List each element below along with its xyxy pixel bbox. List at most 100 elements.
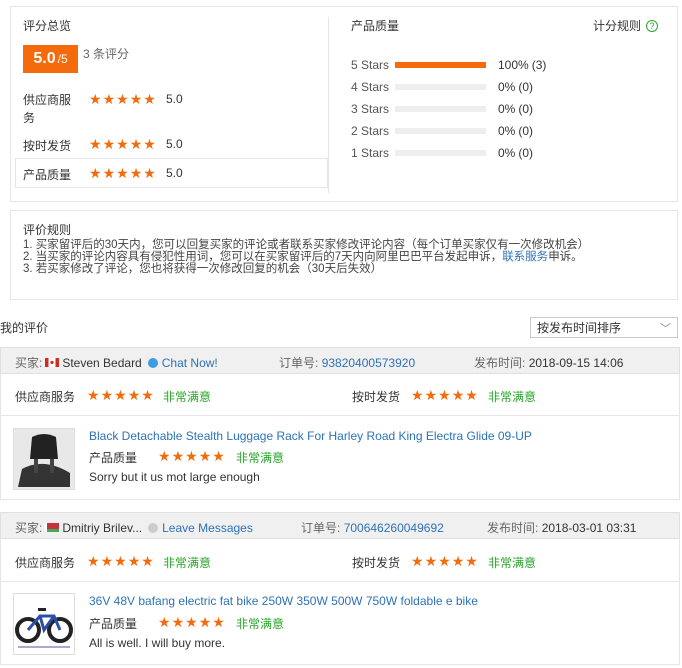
help-icon: ? (646, 19, 659, 32)
summary-divider (328, 17, 329, 193)
star-icon: ★ (143, 136, 156, 152)
star-icon: ★ (116, 91, 129, 107)
star-icon: ★ (116, 136, 129, 152)
rating-bar-fill (395, 62, 486, 68)
order-number-link[interactable]: 700646260049692 (344, 521, 444, 535)
fat-bike-image (14, 594, 74, 654)
star-icon: ★ (102, 165, 116, 181)
review-rules-panel: 评价规则 1. 买家留评后的30天内，您可以回复买家的评论或者联系买家修改评论内… (10, 210, 678, 300)
rule-line-1: 1. 买家留评后的30天内，您可以回复买家的评论或者联系买家修改评论内容（每个订… (23, 239, 590, 251)
star-icon: ★ (411, 387, 424, 403)
review-comment: All is well. I will buy more. (89, 636, 226, 650)
summary-title: 评分总览 (23, 19, 72, 33)
summary-quality-stars: ★ ★ ★ ★ ★ (89, 166, 156, 180)
review-comment: Sorry but it us mot large enough (89, 470, 260, 484)
summary-row-service-label: 供应商服 务 (23, 91, 71, 127)
product-thumbnail[interactable] (13, 593, 75, 655)
star-icon: ★ (114, 553, 127, 569)
star-icon: ★ (198, 614, 212, 630)
review-divider (1, 581, 679, 582)
quality-star-row: 1 Stars 0% (0) (351, 145, 671, 161)
summary-shipping-stars: ★ ★ ★ ★ ★ (89, 137, 156, 151)
service-label: 供应商服务 (15, 556, 76, 570)
star-level-count: (3) (531, 58, 547, 72)
star-icon: ★ (143, 91, 156, 107)
star-icon: ★ (212, 448, 225, 464)
buyer-name: Dmitriy Brilev... (62, 520, 143, 535)
star-level-count: (0) (518, 80, 534, 94)
sort-select[interactable]: 按发布时间排序 ﹀ (530, 317, 678, 338)
star-icon: ★ (438, 387, 451, 403)
chevron-down-icon: ﹀ (660, 322, 671, 335)
service-rating-text: 非常满意 (163, 556, 212, 570)
review-count: 3 条评分 (83, 47, 130, 61)
star-icon: ★ (424, 553, 438, 569)
review-body: 供应商服务 ★ ★ ★ ★ ★ 非常满意 按时发货 ★ ★ ★ ★ ★ 非常满意 Black D… (0, 374, 680, 500)
rule-line-2-text: 2. 当买家的评论内容具有侵犯性用词，您可以在买家留评后的7天内向阿里巴巴平台发… (23, 251, 503, 263)
star-icon: ★ (89, 91, 102, 107)
buyer-info: 买家: Steven Bedard Chat Now! (15, 354, 218, 371)
shipping-rating-text: 非常满意 (488, 390, 537, 404)
summary-shipping-value: 5.0 (166, 137, 183, 151)
order-info: 订单号: 700646260049692 (301, 519, 444, 536)
star-icon: ★ (127, 387, 141, 403)
star-icon: ★ (102, 136, 116, 152)
shipping-label: 按时发货 (352, 556, 401, 570)
star-icon: ★ (451, 387, 465, 403)
time-label: 发布时间: (487, 521, 539, 535)
quality-star-row: 2 Stars 0% (0) (351, 123, 671, 139)
quality-star-row: 5 Stars 100% (3) (351, 57, 671, 73)
quality-stars: ★ ★ ★ ★ ★ (158, 449, 225, 463)
quality-title: 产品质量 (351, 19, 400, 33)
star-level-count: (0) (518, 146, 534, 160)
service-stars: ★ ★ ★ ★ ★ (87, 554, 154, 568)
time-value: 2018-03-01 03:31 (541, 521, 637, 535)
time-value: 2018-09-15 14:06 (528, 356, 624, 370)
star-icon: ★ (89, 136, 102, 152)
rating-bar-track (395, 150, 486, 156)
star-level-label: 2 Stars (351, 124, 390, 138)
star-icon: ★ (129, 91, 143, 107)
star-icon: ★ (411, 553, 424, 569)
star-icon: ★ (87, 387, 100, 403)
belarus-flag-icon (45, 523, 60, 532)
star-icon: ★ (129, 165, 143, 181)
quality-rating-text: 非常满意 (236, 451, 285, 465)
summary-service-value: 5.0 (166, 92, 183, 106)
publish-time: 发布时间: 2018-09-15 14:06 (474, 354, 623, 371)
quality-stars: ★ ★ ★ ★ ★ (158, 615, 225, 629)
chat-now-link[interactable]: Chat Now! (162, 356, 218, 370)
review-header: 买家: Dmitriy Brilev... Leave Messages 订单号… (0, 512, 680, 539)
star-icon: ★ (89, 165, 102, 181)
scoring-rules-label: 计分规则 (593, 19, 642, 33)
luggage-rack-image (14, 429, 74, 489)
order-number-link[interactable]: 93820400573920 (322, 356, 415, 370)
review-body: 供应商服务 ★ ★ ★ ★ ★ 非常满意 按时发货 ★ ★ ★ ★ ★ 非常满意 36V 48V… (0, 539, 680, 665)
product-title-link[interactable]: 36V 48V bafang electric fat bike 250W 35… (89, 594, 478, 608)
star-icon: ★ (129, 136, 143, 152)
star-level-percent: 100% (498, 58, 529, 72)
buyer-label: 买家: (15, 356, 43, 370)
shipping-stars: ★ ★ ★ ★ ★ (411, 554, 478, 568)
summary-row-quality-label: 产品质量 (23, 168, 72, 182)
quality-rating-text: 非常满意 (236, 617, 285, 631)
sort-select-value: 按发布时间排序 (537, 321, 622, 335)
leave-messages-link[interactable]: Leave Messages (162, 521, 253, 535)
product-thumbnail[interactable] (13, 428, 75, 490)
quality-label: 产品质量 (89, 617, 138, 631)
star-icon: ★ (185, 614, 198, 630)
overall-score-badge: 5.0/5 (23, 45, 78, 73)
scoring-rules-link[interactable]: 计分规则 ? (593, 17, 659, 34)
product-title-link[interactable]: Black Detachable Stealth Luggage Rack Fo… (89, 429, 532, 443)
star-level-percent: 0% (498, 102, 516, 116)
rules-list: 1. 买家留评后的30天内，您可以回复买家的评论或者联系买家修改评论内容（每个订… (23, 239, 673, 275)
star-icon: ★ (438, 553, 451, 569)
chat-icon (147, 357, 158, 368)
order-label: 订单号: (279, 356, 319, 370)
rating-bar-track (395, 128, 486, 134)
star-icon: ★ (100, 553, 114, 569)
rating-bar-track (395, 84, 486, 90)
contact-service-link[interactable]: 联系服务 (502, 251, 548, 263)
star-level-label: 5 Stars (351, 58, 390, 72)
service-rating-text: 非常满意 (163, 390, 212, 404)
